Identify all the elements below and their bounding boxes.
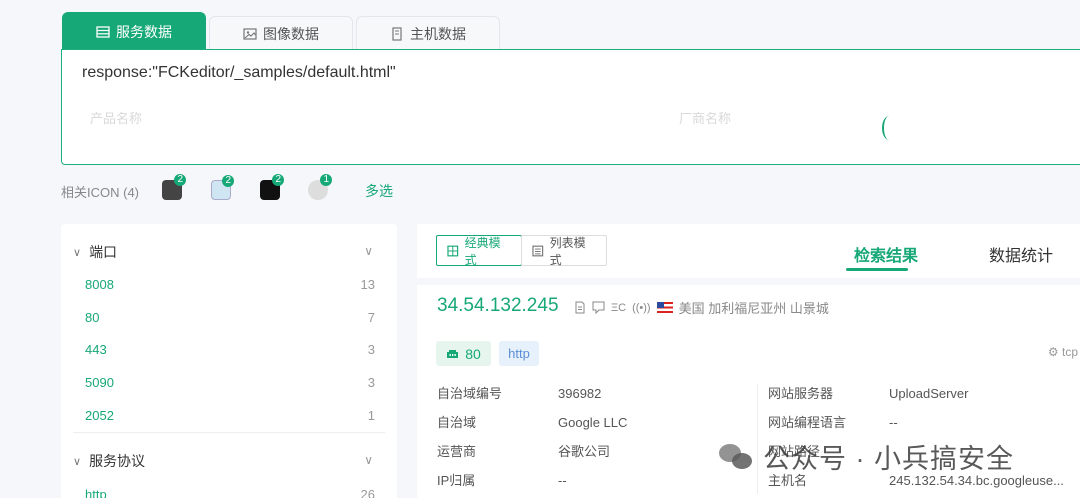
- chevron-down-icon: ∨: [73, 455, 82, 468]
- vendor-name-field[interactable]: 厂商名称: [679, 108, 731, 127]
- field-value: 谷歌公司: [558, 444, 611, 459]
- section-title: 端口: [89, 244, 118, 260]
- port-section-header[interactable]: ∨ 端口: [73, 242, 117, 262]
- tab-search-results[interactable]: 检索结果: [854, 242, 918, 266]
- field-key: 网站编程语言: [768, 415, 847, 430]
- port-value: 5090: [85, 375, 114, 390]
- field-key: IP归属: [437, 473, 476, 488]
- field-key: 自治域编号: [437, 386, 503, 401]
- count-badge: 2: [272, 174, 284, 186]
- related-icon-2[interactable]: 2: [211, 175, 234, 200]
- table-icon: [96, 25, 110, 38]
- port-value: 2052: [85, 408, 114, 423]
- count-badge: 1: [320, 174, 332, 186]
- document-icon[interactable]: [574, 301, 586, 314]
- list-item[interactable]: 8008 13: [85, 277, 375, 292]
- tab-label: 图像数据: [263, 25, 319, 42]
- tab-label: 服务数据: [116, 23, 172, 40]
- list-item[interactable]: 443 3: [85, 342, 375, 357]
- list-mode-button[interactable]: 列表模式: [521, 235, 607, 267]
- field-value: 396982: [558, 386, 602, 401]
- port-count: 7: [367, 310, 375, 325]
- loading-spinner-icon: [882, 116, 896, 140]
- collapse-chevron-icon[interactable]: ∨: [364, 244, 373, 258]
- port-icon: [447, 350, 459, 358]
- port-count: 13: [360, 277, 375, 292]
- field-key: 网站服务器: [768, 386, 834, 401]
- image-icon: [243, 27, 257, 40]
- result-toolbar: 经典模式 列表模式 检索结果 数据统计: [417, 224, 1080, 278]
- count-badge: 2: [174, 174, 186, 186]
- chevron-down-icon: ∨: [73, 246, 82, 259]
- us-flag-icon: [656, 302, 673, 313]
- list-item[interactable]: http 26: [85, 487, 375, 498]
- multi-select-button[interactable]: 多选: [365, 181, 393, 201]
- tab-label: 主机数据: [410, 25, 466, 42]
- ip-meta: ΞC ((•)) 美国 加利福尼亚州 山景城: [574, 298, 829, 317]
- field-key: 运营商: [437, 444, 477, 459]
- protocol-count: 26: [360, 487, 375, 498]
- related-icon-3[interactable]: 2: [260, 174, 284, 200]
- cert-icon[interactable]: ΞC: [611, 302, 626, 314]
- section-title: 服务协议: [89, 453, 146, 469]
- list-icon: [532, 245, 544, 256]
- field-value: --: [558, 473, 567, 488]
- divider: [73, 432, 385, 433]
- port-value: 443: [85, 342, 107, 357]
- port-value: 80: [85, 310, 100, 325]
- port-count: 3: [367, 375, 375, 390]
- field-value: Google LLC: [558, 415, 628, 430]
- mode-label: 列表模式: [549, 235, 586, 267]
- field-key: 自治域: [437, 415, 477, 430]
- grid-icon: [447, 245, 459, 256]
- classic-mode-button[interactable]: 经典模式: [436, 235, 522, 267]
- query-box[interactable]: response:"FCKeditor/_samples/default.htm…: [61, 49, 1080, 165]
- location-text: 美国 加利福尼亚州 山景城: [678, 301, 829, 316]
- protocol-value: http: [85, 487, 107, 498]
- tab-image-data[interactable]: 图像数据: [209, 16, 353, 50]
- field-isp: 运营商 谷歌公司: [437, 441, 610, 460]
- tab-statistics[interactable]: 数据统计: [989, 242, 1053, 266]
- list-item[interactable]: 2052 1: [85, 408, 375, 423]
- port-number: 80: [465, 345, 481, 362]
- filter-sidebar: ∨ 端口 ∨ 8008 13 80 7 443 3 5090 3 2052 1 ∨ 服务协…: [61, 224, 397, 498]
- related-icons-label: 相关ICON (4): [61, 185, 140, 200]
- query-input[interactable]: response:"FCKeditor/_samples/default.htm…: [82, 64, 396, 82]
- tab-host-data[interactable]: 主机数据: [356, 16, 500, 50]
- field-as-org: 自治域 Google LLC: [437, 412, 627, 431]
- field-ip-owner: IP归属 --: [437, 470, 567, 489]
- tab-service-data[interactable]: 服务数据: [62, 12, 206, 50]
- broadcast-icon[interactable]: ((•)): [632, 302, 651, 314]
- watermark-text: 公众号 · 小兵搞安全: [763, 444, 1014, 474]
- collapse-chevron-icon[interactable]: ∨: [364, 453, 373, 467]
- active-tab-indicator: [846, 268, 908, 271]
- count-badge: 2: [222, 175, 234, 187]
- port-count: 3: [367, 342, 375, 357]
- field-value: --: [889, 415, 898, 430]
- transport-label: ⚙ tcp: [1048, 345, 1078, 359]
- port-count: 1: [367, 408, 375, 423]
- watermark: 公众号 · 小兵搞安全: [719, 437, 1014, 476]
- screenshot-icon[interactable]: [592, 301, 605, 314]
- server-icon: [392, 26, 402, 41]
- related-icon-1[interactable]: 2: [162, 174, 186, 200]
- mode-label: 经典模式: [464, 235, 501, 267]
- ip-address-link[interactable]: 34.54.132.245: [437, 295, 559, 317]
- port-value: 8008: [85, 277, 114, 292]
- related-icon-4[interactable]: 1: [308, 174, 332, 200]
- field-web-language: 网站编程语言 --: [768, 412, 898, 431]
- transport-text: tcp: [1061, 345, 1078, 359]
- list-item[interactable]: 5090 3: [85, 375, 375, 390]
- port-badge[interactable]: 80: [436, 341, 491, 366]
- product-name-field[interactable]: 产品名称: [90, 108, 142, 127]
- field-asn: 自治域编号 396982: [437, 383, 601, 402]
- list-item[interactable]: 80 7: [85, 310, 375, 325]
- field-value: UploadServer: [889, 386, 969, 401]
- protocol-section-header[interactable]: ∨ 服务协议: [73, 451, 145, 471]
- gear-icon: ⚙: [1047, 345, 1059, 359]
- protocol-badge[interactable]: http: [499, 341, 539, 366]
- wechat-logo-icon: [719, 442, 755, 472]
- field-web-server: 网站服务器 UploadServer: [768, 383, 969, 402]
